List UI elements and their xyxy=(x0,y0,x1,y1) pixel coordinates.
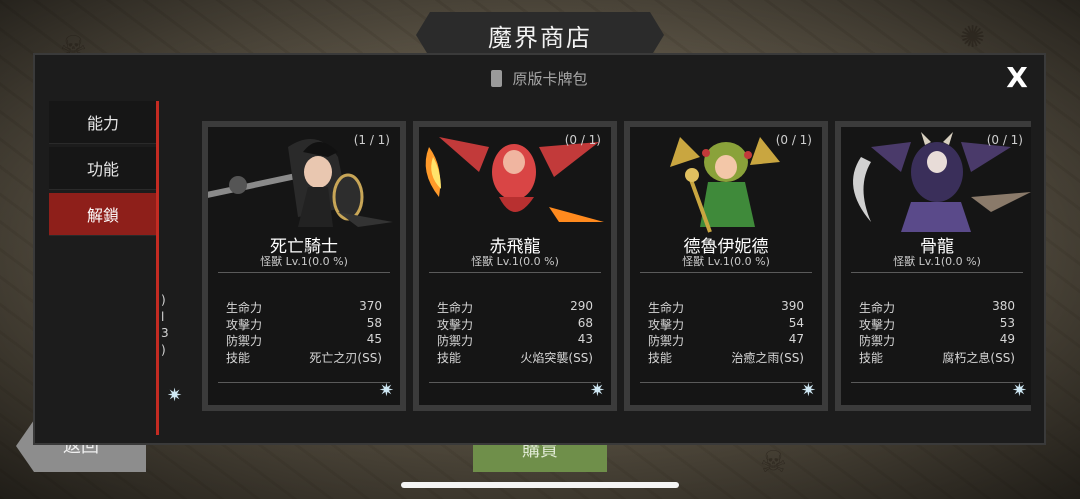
partial-stat: l xyxy=(161,309,165,324)
stat-label: 生命力 xyxy=(648,301,685,315)
menu-divider xyxy=(156,101,159,435)
stat-def-row: 防禦力 49 xyxy=(859,332,1015,349)
card-stats: 生命力 370 攻擊力 58 防禦力 45 技能 死亡之刃(SS) xyxy=(226,299,382,365)
monster-card[interactable]: (0 / 1) 德魯伊妮德 怪獸 Lv.1(0.0 %) 生命力 390 攻擊力 5… xyxy=(624,121,828,411)
stat-label: 技能 xyxy=(648,350,673,365)
divider xyxy=(429,382,601,383)
stat-label: 技能 xyxy=(437,350,462,365)
stat-value: 47 xyxy=(788,332,804,346)
stat-atk-row: 攻擊力 54 xyxy=(648,316,804,333)
card-stats: 生命力 380 攻擊力 53 防禦力 49 技能 腐朽之息(SS) xyxy=(859,299,1015,365)
stat-hp-row: 生命力 370 xyxy=(226,299,382,316)
stat-value: 治癒之雨(SS) xyxy=(731,350,804,365)
star-icon: ✷ xyxy=(378,380,394,401)
card-count: (0 / 1) xyxy=(564,133,601,147)
divider xyxy=(218,382,390,383)
shop-title: 魔界商店 xyxy=(416,12,664,58)
card-level: 怪獸 Lv.1(0.0 %) xyxy=(471,255,559,268)
divider xyxy=(851,382,1023,383)
partial-card-star-icon: ✷ xyxy=(167,385,183,406)
stat-label: 生命力 xyxy=(437,301,474,315)
stat-skill-row: 技能 治癒之雨(SS) xyxy=(648,349,804,366)
card-level: 怪獸 Lv.1(0.0 %) xyxy=(893,255,981,268)
stat-atk-row: 攻擊力 68 xyxy=(437,316,593,333)
divider xyxy=(218,272,390,273)
star-icon: ✷ xyxy=(589,380,605,401)
partial-stat: ) xyxy=(161,342,166,357)
card-count: (0 / 1) xyxy=(775,133,812,147)
crab-doodle-icon: ✺ xyxy=(960,20,986,55)
stat-label: 防禦力 xyxy=(437,334,474,348)
card-stats: 生命力 390 攻擊力 54 防禦力 47 技能 治癒之雨(SS) xyxy=(648,299,804,365)
stat-label: 防禦力 xyxy=(648,334,685,348)
stat-label: 生命力 xyxy=(226,301,263,315)
stat-def-row: 防禦力 43 xyxy=(437,332,593,349)
card-stats: 生命力 290 攻擊力 68 防禦力 43 技能 火焰突襲(SS) xyxy=(437,299,593,365)
menu-item-unlock[interactable]: 解鎖 xyxy=(49,193,157,236)
stat-value: 290 xyxy=(570,299,593,313)
stat-value: 火焰突襲(SS) xyxy=(520,350,593,365)
stat-atk-row: 攻擊力 53 xyxy=(859,316,1015,333)
divider xyxy=(851,272,1023,273)
stat-skill-row: 技能 火焰突襲(SS) xyxy=(437,349,593,366)
stat-value: 68 xyxy=(577,315,593,330)
stat-skill-row: 技能 死亡之刃(SS) xyxy=(226,349,382,366)
skull-doodle-icon: ☠ xyxy=(760,445,787,480)
stat-label: 防禦力 xyxy=(226,334,263,348)
stat-value: 370 xyxy=(359,299,382,313)
star-icon: ✷ xyxy=(800,380,816,401)
divider xyxy=(429,272,601,273)
card-level: 怪獸 Lv.1(0.0 %) xyxy=(260,255,348,268)
partial-stat: ) xyxy=(161,293,166,307)
stat-label: 生命力 xyxy=(859,301,896,315)
close-button[interactable]: X xyxy=(1002,63,1032,93)
stat-label: 防禦力 xyxy=(859,334,896,348)
card-pack-panel: 原版卡牌包 X 能力 功能 解鎖 ) l 3 ) ✷ (1 / 1) 死亡騎士 … xyxy=(33,53,1046,445)
stat-value: 53 xyxy=(999,315,1015,330)
card-count: (0 / 1) xyxy=(986,133,1023,147)
partial-card-stats: ) l 3 ) xyxy=(161,293,173,359)
stat-value: 死亡之刃(SS) xyxy=(309,350,382,365)
stat-value: 45 xyxy=(366,332,382,346)
stat-value: 54 xyxy=(788,315,804,330)
stat-label: 技能 xyxy=(226,350,251,365)
monster-card[interactable]: (0 / 1) 赤飛龍 怪獸 Lv.1(0.0 %) 生命力 290 攻擊力 68 … xyxy=(413,121,617,411)
stat-value: 43 xyxy=(577,332,593,346)
stat-label: 技能 xyxy=(859,350,884,365)
partial-stat: 3 xyxy=(161,326,169,340)
stat-value: 390 xyxy=(781,299,804,313)
stat-hp-row: 生命力 290 xyxy=(437,299,593,316)
home-indicator[interactable] xyxy=(401,482,679,488)
stat-label: 攻擊力 xyxy=(859,317,896,332)
stat-hp-row: 生命力 380 xyxy=(859,299,1015,316)
card-list[interactable]: ) l 3 ) ✷ (1 / 1) 死亡騎士 怪獸 Lv.1(0.0 %) 生命… xyxy=(161,121,1031,415)
stat-hp-row: 生命力 390 xyxy=(648,299,804,316)
side-menu: 能力 功能 解鎖 xyxy=(49,101,157,239)
stat-label: 攻擊力 xyxy=(226,317,263,332)
pack-label: 原版卡牌包 xyxy=(512,69,588,88)
stat-value: 49 xyxy=(999,332,1015,346)
stat-label: 攻擊力 xyxy=(437,317,474,332)
stat-value: 58 xyxy=(366,315,382,330)
card-count: (1 / 1) xyxy=(353,133,390,147)
menu-item-ability[interactable]: 能力 xyxy=(49,101,157,144)
stat-atk-row: 攻擊力 58 xyxy=(226,316,382,333)
divider xyxy=(640,272,812,273)
menu-item-function[interactable]: 功能 xyxy=(49,147,157,190)
stat-skill-row: 技能 腐朽之息(SS) xyxy=(859,349,1015,366)
stat-label: 攻擊力 xyxy=(648,317,685,332)
stat-def-row: 防禦力 47 xyxy=(648,332,804,349)
monster-card[interactable]: (0 / 1) 骨龍 怪獸 Lv.1(0.0 %) 生命力 380 攻擊力 53 防… xyxy=(835,121,1031,411)
stat-value: 腐朽之息(SS) xyxy=(942,350,1015,365)
pack-header: 原版卡牌包 xyxy=(35,63,1044,93)
monster-card[interactable]: (1 / 1) 死亡騎士 怪獸 Lv.1(0.0 %) 生命力 370 攻擊力 58… xyxy=(202,121,406,411)
card-pack-icon xyxy=(491,69,503,87)
card-level: 怪獸 Lv.1(0.0 %) xyxy=(682,255,770,268)
star-icon: ✷ xyxy=(1011,380,1027,401)
stat-def-row: 防禦力 45 xyxy=(226,332,382,349)
divider xyxy=(640,382,812,383)
stat-value: 380 xyxy=(992,299,1015,313)
